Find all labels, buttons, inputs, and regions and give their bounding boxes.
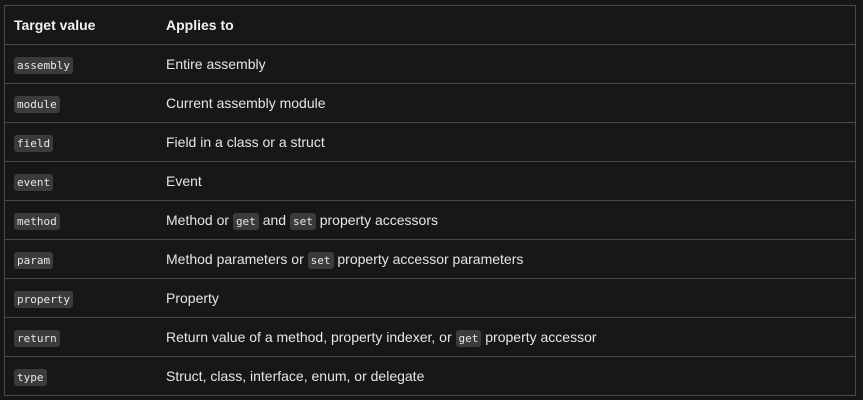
applies-text: Field in a class or a struct xyxy=(166,133,325,150)
target-code: method xyxy=(14,212,60,230)
applies-text: Struct, class, interface, enum, or deleg… xyxy=(166,367,425,384)
applies-cell: Method parameters or set property access… xyxy=(157,239,855,278)
target-cell: assembly xyxy=(5,44,157,83)
target-code: field xyxy=(14,134,54,152)
applies-text: Return value of a method, property index… xyxy=(166,328,456,345)
table-row: method Method or get and set property ac… xyxy=(5,200,855,239)
applies-cell: Event xyxy=(157,161,855,200)
table-row: module Current assembly module xyxy=(5,83,855,122)
applies-text: Property xyxy=(166,289,219,306)
inline-code: set xyxy=(289,212,316,230)
table-row: field Field in a class or a struct xyxy=(5,122,855,161)
applies-cell: Field in a class or a struct xyxy=(157,122,855,161)
applies-cell: Property xyxy=(157,278,855,317)
applies-cell: Current assembly module xyxy=(157,83,855,122)
target-cell: property xyxy=(5,278,157,317)
table-row: property Property xyxy=(5,278,855,317)
header-target-value: Target value xyxy=(5,6,157,45)
applies-text: Entire assembly xyxy=(166,55,266,72)
target-cell: field xyxy=(5,122,157,161)
applies-text: property accessor xyxy=(481,328,597,345)
table-row: return Return value of a method, propert… xyxy=(5,317,855,356)
target-code: type xyxy=(14,368,47,386)
table: Target value Applies to assembly Entire … xyxy=(5,6,855,395)
target-code: property xyxy=(14,290,73,308)
applies-cell: Entire assembly xyxy=(157,44,855,83)
applies-text: Method or xyxy=(166,211,233,228)
target-code: module xyxy=(14,95,60,113)
table-body: assembly Entire assembly module Current … xyxy=(5,44,855,395)
applies-cell: Return value of a method, property index… xyxy=(157,317,855,356)
target-code: return xyxy=(14,329,60,347)
target-cell: method xyxy=(5,200,157,239)
table-row: assembly Entire assembly xyxy=(5,44,855,83)
applies-text: Current assembly module xyxy=(166,94,326,111)
target-code: param xyxy=(14,251,54,269)
target-cell: param xyxy=(5,239,157,278)
table-row: event Event xyxy=(5,161,855,200)
table-row: param Method parameters or set property … xyxy=(5,239,855,278)
target-cell: type xyxy=(5,356,157,395)
applies-text: and xyxy=(258,211,290,228)
target-cell: module xyxy=(5,83,157,122)
attribute-targets-table: Target value Applies to assembly Entire … xyxy=(4,5,856,396)
applies-text: property accessor parameters xyxy=(333,250,524,267)
header-row: Target value Applies to xyxy=(5,6,855,45)
table-row: type Struct, class, interface, enum, or … xyxy=(5,356,855,395)
applies-text: Event xyxy=(166,172,202,189)
target-code: assembly xyxy=(14,56,73,74)
inline-code: set xyxy=(307,251,334,269)
applies-text: Method parameters or xyxy=(166,250,308,267)
target-code: event xyxy=(14,173,54,191)
applies-cell: Method or get and set property accessors xyxy=(157,200,855,239)
inline-code: get xyxy=(232,212,259,230)
inline-code: get xyxy=(455,329,482,347)
target-cell: return xyxy=(5,317,157,356)
header-applies-to: Applies to xyxy=(157,6,855,45)
applies-cell: Struct, class, interface, enum, or deleg… xyxy=(157,356,855,395)
table-header: Target value Applies to xyxy=(5,6,855,45)
target-cell: event xyxy=(5,161,157,200)
applies-text: property accessors xyxy=(315,211,438,228)
